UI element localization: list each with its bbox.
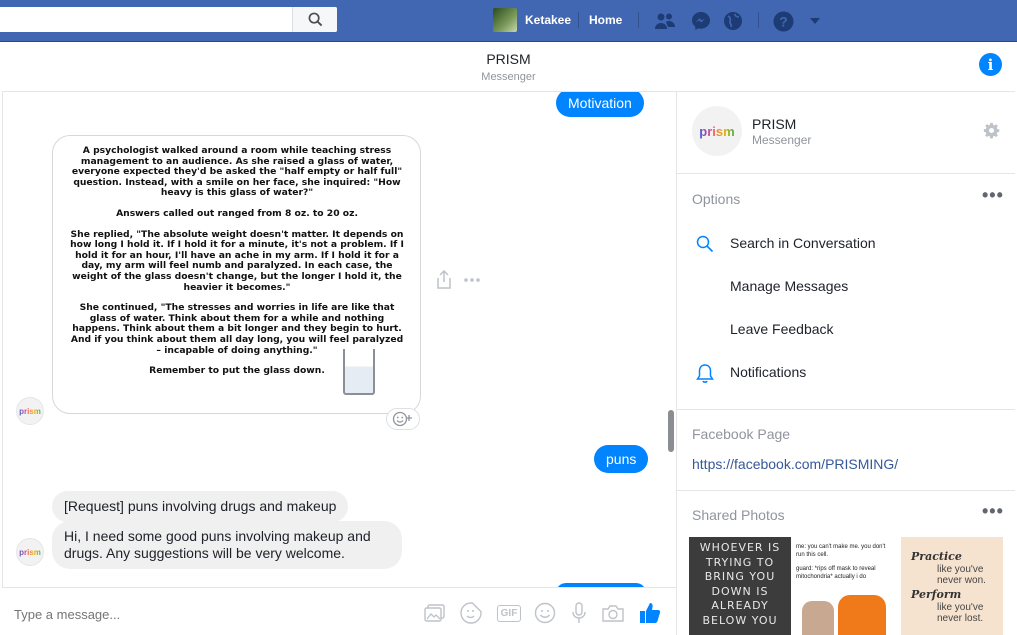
incoming-message[interactable]: Hi, I need some good puns involving make… <box>52 521 402 569</box>
search-icon <box>308 12 322 27</box>
divider <box>638 12 639 28</box>
photo-caption: WHOEVER IS TRYING TO BRING YOU DOWN IS A… <box>699 541 781 627</box>
add-reaction-button[interactable] <box>386 408 420 430</box>
message-composer: GIF <box>2 587 676 635</box>
notifications-globe-icon[interactable] <box>722 10 744 32</box>
share-icon[interactable] <box>435 270 453 290</box>
facebook-page-heading: Facebook Page <box>692 426 791 442</box>
message-input[interactable] <box>14 607 394 622</box>
sender-avatar[interactable]: prism <box>16 397 44 425</box>
page-avatar[interactable]: prism <box>692 106 742 156</box>
divider <box>758 12 759 28</box>
conversation-header: PRISM Messenger i <box>2 42 1015 92</box>
photo-figure <box>838 595 886 635</box>
microphone-icon[interactable] <box>567 601 591 625</box>
avatar-logo-text: prism <box>19 406 41 416</box>
bell-icon <box>696 363 716 383</box>
smiley-plus-icon <box>392 411 412 427</box>
message-actions <box>435 270 481 290</box>
scrollbar[interactable] <box>668 410 674 452</box>
sticker-icon[interactable] <box>459 601 483 625</box>
messenger-icon[interactable] <box>690 10 712 32</box>
conversation-details-panel: prism PRISM Messenger Options ••• Search… <box>676 92 1015 635</box>
options-heading: Options <box>692 191 741 207</box>
outgoing-message[interactable]: puns <box>594 445 649 473</box>
photo-caption: like you've never lost. <box>937 602 984 624</box>
photo-caption: Perform <box>911 588 962 601</box>
page-subtitle: Messenger <box>752 133 812 147</box>
user-name: Ketakee <box>525 13 572 27</box>
help-icon[interactable]: ? <box>772 10 794 32</box>
more-options-icon[interactable] <box>463 277 481 283</box>
incoming-message[interactable]: [Request] puns involving drugs and makeu… <box>52 491 349 522</box>
conversation-subtitle: Messenger <box>481 71 536 83</box>
like-icon[interactable] <box>638 601 662 625</box>
gear-icon[interactable] <box>983 122 1000 144</box>
conversation-title: PRISM <box>486 51 531 67</box>
photo-figure <box>802 601 834 635</box>
shared-photo[interactable]: Practice like you've never won. Perform … <box>901 537 1003 635</box>
page-logo-text: prism <box>699 123 735 139</box>
home-link[interactable]: Home <box>589 13 622 27</box>
image-attachment[interactable]: A psychologist walked around a room whil… <box>52 135 421 414</box>
option-manage-messages[interactable]: Manage Messages <box>730 278 848 294</box>
info-icon[interactable]: i <box>979 53 1002 76</box>
shared-photos-heading: Shared Photos <box>692 507 785 523</box>
sender-avatar[interactable]: prism <box>16 538 44 566</box>
divider <box>677 173 1015 174</box>
more-options-icon[interactable]: ••• <box>982 501 1004 522</box>
account-menu-chevron-icon[interactable] <box>804 10 826 32</box>
search-button[interactable] <box>292 7 337 32</box>
avatar-logo-text: prism <box>19 547 41 557</box>
emoji-icon[interactable] <box>533 601 557 625</box>
avatar <box>493 8 517 32</box>
top-navigation-bar: Ketakee Home ? <box>0 0 1017 42</box>
photo-caption: like you've never won. <box>937 564 986 586</box>
photo-caption: Practice <box>911 550 962 563</box>
image-paragraph: Answers called out ranged from 8 oz. to … <box>116 207 358 219</box>
option-notifications[interactable]: Notifications <box>730 364 806 380</box>
message-thread[interactable]: Motivation A psychologist walked around … <box>2 92 676 587</box>
more-options-icon[interactable]: ••• <box>982 185 1004 206</box>
gif-label: GIF <box>496 604 522 622</box>
shared-photo[interactable]: WHOEVER IS TRYING TO BRING YOU DOWN IS A… <box>689 537 791 635</box>
svg-text:?: ? <box>779 13 788 29</box>
profile-link[interactable]: Ketakee <box>493 8 571 32</box>
outgoing-message[interactable]: Motivation <box>556 92 644 117</box>
photo-caption: me: you can't make me. you don't run thi… <box>796 544 886 558</box>
gif-button[interactable]: GIF <box>495 601 523 625</box>
shared-photo[interactable]: me: you can't make me. you don't run thi… <box>794 537 896 635</box>
image-paragraph: She replied, "The absolute weight doesn'… <box>70 228 404 293</box>
option-search-in-conversation[interactable]: Search in Conversation <box>730 235 876 251</box>
photo-caption: guard: *rips off mask to reveal mitochon… <box>796 566 876 580</box>
page-name: PRISM <box>752 116 797 132</box>
image-upload-icon[interactable] <box>423 601 447 625</box>
friend-requests-icon[interactable] <box>654 10 676 32</box>
option-leave-feedback[interactable]: Leave Feedback <box>730 321 834 337</box>
camera-icon[interactable] <box>601 601 625 625</box>
facebook-page-link[interactable]: https://facebook.com/PRISMING/ <box>692 456 898 472</box>
search-input[interactable] <box>0 7 337 32</box>
divider <box>677 409 1015 410</box>
water-glass-illustration <box>343 349 375 395</box>
divider <box>677 490 1015 491</box>
divider <box>578 12 579 28</box>
image-paragraph: A psychologist walked around a room whil… <box>71 145 403 199</box>
search-icon <box>696 235 716 255</box>
